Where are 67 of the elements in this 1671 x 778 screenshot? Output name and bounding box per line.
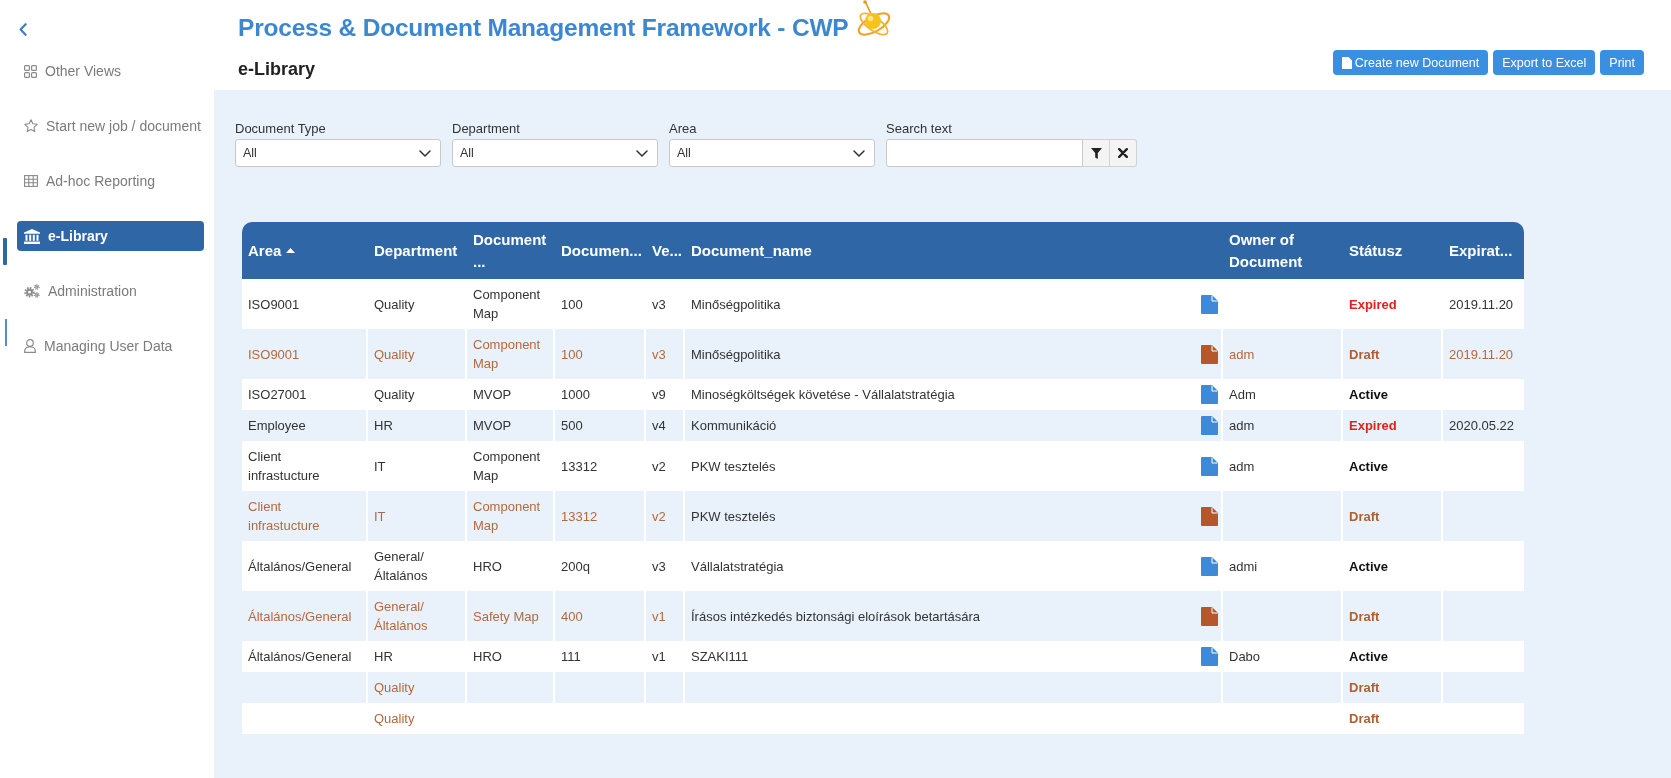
indicator-bar <box>5 319 7 346</box>
sidebar-item[interactable]: Start new job / document <box>17 111 204 141</box>
chevron-left-icon[interactable] <box>19 23 27 36</box>
column-header[interactable]: Expirat... <box>1443 222 1524 279</box>
table-cell-text: SZAKI111 <box>691 648 749 666</box>
page-title: e-Library <box>238 59 316 79</box>
column-header[interactable]: Department <box>368 222 467 279</box>
table-cell-text: 2020.05.22 <box>1448 417 1516 435</box>
table-icon <box>24 175 38 187</box>
funnel-icon <box>1090 147 1102 159</box>
grid-icon <box>24 64 37 78</box>
gears-icon <box>24 284 40 298</box>
sidebar-item[interactable]: Managing User Data <box>17 331 204 361</box>
table-cell-text: Vállalatstratégia <box>691 557 784 576</box>
filter-label: Document Type <box>235 121 327 137</box>
table-cell-text: 2019.11.20 <box>1448 345 1515 364</box>
column-header[interactable]: Státusz <box>1343 222 1443 279</box>
filter-label: Department <box>452 121 521 137</box>
table-cell-text: 2019.11.20 <box>1448 295 1515 314</box>
table-cell: Quality <box>368 703 467 734</box>
app-title: Process & Document Management Framework - CWP <box>238 13 849 42</box>
bank-icon <box>24 228 40 244</box>
filter-label: Area <box>669 121 698 137</box>
sidebar-item[interactable]: Administration <box>17 276 204 306</box>
table-cell-text: Írásos intézkedés biztonsági eloírások betartására <box>691 607 981 626</box>
sidebar-item[interactable]: Ad-hoc Reporting <box>17 166 204 196</box>
column-header[interactable]: Document_name <box>685 222 1223 279</box>
sidebar-item[interactable]: e-Library <box>17 221 204 251</box>
file-icon[interactable] <box>1201 344 1218 364</box>
file-icon[interactable] <box>1201 556 1218 576</box>
file-icon[interactable] <box>1201 606 1218 626</box>
search-field[interactable] <box>886 139 1083 167</box>
table-cell-text: Minőségpolitika <box>691 345 781 364</box>
file-icon[interactable] <box>1201 385 1218 404</box>
chevron-down-icon <box>419 149 431 157</box>
file-icon[interactable] <box>1201 416 1218 435</box>
column-header[interactable]: Documen... <box>555 222 646 279</box>
print-button[interactable]: Print <box>1600 50 1644 75</box>
file-icon[interactable] <box>1201 456 1218 476</box>
indicator-bar <box>3 238 7 265</box>
column-header[interactable]: Ve... <box>646 222 685 279</box>
chevron-down-icon <box>636 149 648 157</box>
table-cell-text: Kommunikáció <box>691 417 777 435</box>
table-cell-text: Minőségpolitika <box>691 295 781 314</box>
table-cell-text: PKW tesztelés <box>691 507 776 526</box>
dropdown-field[interactable]: All <box>669 139 875 167</box>
column-header[interactable]: Document ... <box>467 222 555 279</box>
file-icon[interactable] <box>1201 506 1218 526</box>
export-excel-button[interactable]: Export to Excel <box>1493 50 1596 75</box>
file-icon[interactable] <box>1201 647 1218 666</box>
close-icon <box>1118 148 1128 158</box>
clear-button[interactable] <box>1110 139 1137 167</box>
column-header[interactable]: Area <box>242 222 368 279</box>
file-icon[interactable] <box>1201 294 1218 314</box>
dropdown-field[interactable]: All <box>235 139 441 167</box>
sidebar-item[interactable]: Other Views <box>17 56 204 86</box>
user-icon <box>24 339 36 353</box>
chevron-down-icon <box>853 149 865 157</box>
filter-button[interactable] <box>1083 139 1110 167</box>
table-cell-text: Minoségköltségek követése - Vállalatstratégia <box>691 386 955 404</box>
column-header[interactable]: Owner of Document <box>1223 222 1343 279</box>
table-cell-text: PKW tesztelés <box>691 457 776 476</box>
dropdown-field[interactable]: All <box>452 139 658 167</box>
create-document-button[interactable]: Create new Document <box>1332 50 1489 75</box>
filter-label: Search text <box>886 121 953 137</box>
status-label: Draft <box>1343 703 1443 734</box>
star-icon <box>24 119 38 133</box>
